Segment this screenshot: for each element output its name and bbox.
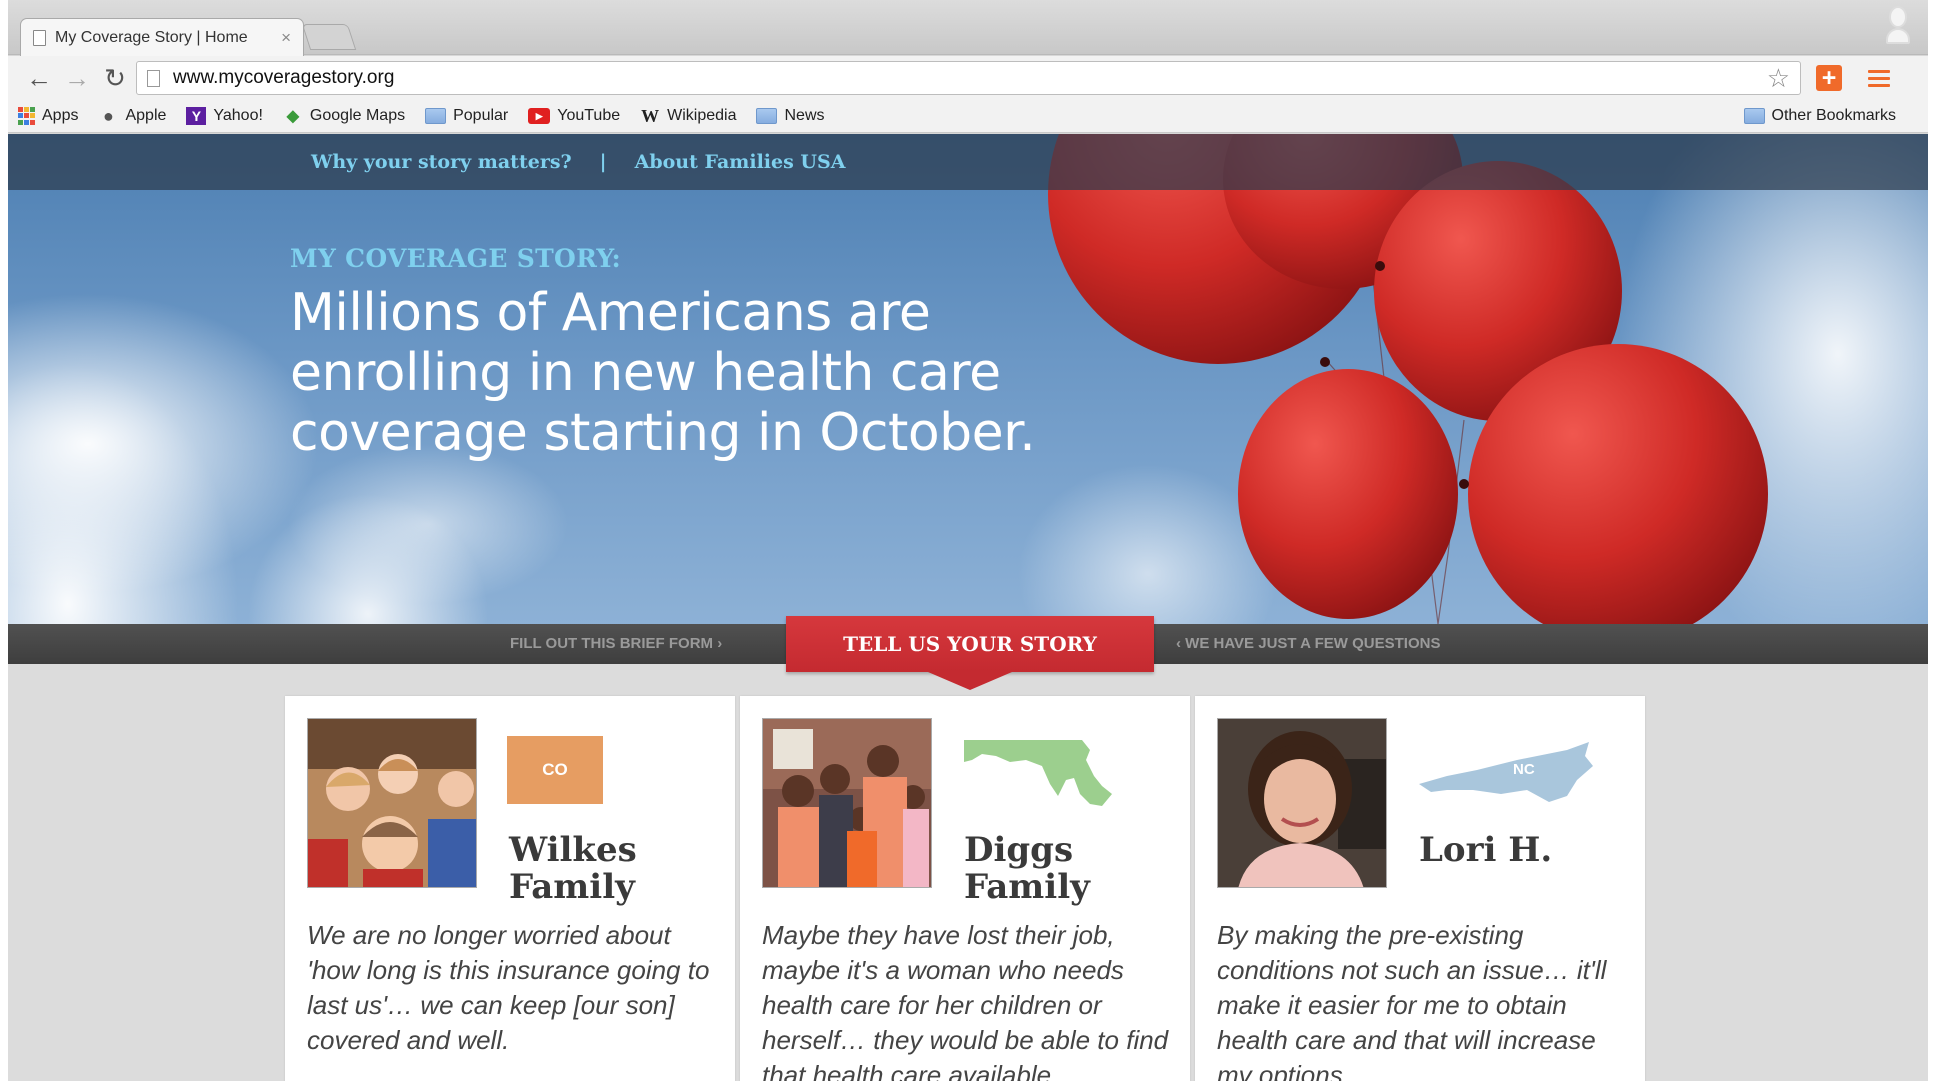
bookmark-news[interactable]: News xyxy=(756,107,825,125)
story-card[interactable]: CO Wilkes Family We are no longer worrie… xyxy=(285,696,735,1081)
reload-icon[interactable]: ↻ xyxy=(96,56,134,100)
bookmark-google-maps[interactable]: ◆ Google Maps xyxy=(283,107,405,125)
back-arrow-icon[interactable]: ← xyxy=(20,56,58,100)
north-carolina-map-icon: NC xyxy=(1419,742,1593,802)
bookmark-other[interactable]: Other Bookmarks xyxy=(1743,107,1896,125)
bookmark-label: Google Maps xyxy=(309,107,406,124)
nav-separator: | xyxy=(599,151,607,173)
bookmark-label: News xyxy=(784,107,825,124)
wikipedia-icon: W xyxy=(641,105,660,126)
story-name: Lori H. xyxy=(1419,830,1553,870)
folder-icon xyxy=(756,108,778,124)
cta-notch xyxy=(928,672,1012,690)
cta-left-text: FILL OUT THIS BRIEF FORM › xyxy=(510,635,723,652)
hero-headline: Millions of Americans are enrolling in n… xyxy=(290,283,1036,463)
bookmark-wikipedia[interactable]: W Wikipedia xyxy=(640,105,737,126)
hero-text: MY COVERAGE STORY: Millions of Americans… xyxy=(290,244,1110,463)
bookmarks-bar: Apps ● Apple Y Yahoo! ◆ Google Maps Popu… xyxy=(8,100,1928,133)
browser-tab[interactable]: My Coverage Story | Home × xyxy=(20,18,304,56)
nav-link-why-story[interactable]: Why your story matters? xyxy=(311,151,572,173)
bookmark-label: Other Bookmarks xyxy=(1771,107,1896,124)
tell-us-your-story-button[interactable]: TELL US YOUR STORY xyxy=(786,616,1154,672)
person-photo xyxy=(1217,718,1387,888)
family-photo xyxy=(307,718,477,888)
address-bar[interactable]: www.mycoverage­story.org ☆ xyxy=(136,61,1801,95)
family-photo xyxy=(762,718,932,888)
bookmark-label: Yahoo! xyxy=(213,107,263,124)
bookmark-apps[interactable]: Apps xyxy=(18,107,78,125)
star-icon[interactable]: ☆ xyxy=(1767,63,1790,94)
story-quote: By making the pre-existing conditions no… xyxy=(1217,920,1607,1081)
story-name: Wilkes Family xyxy=(509,830,637,907)
bookmark-label: YouTube xyxy=(557,107,621,124)
bookmark-apple[interactable]: ● Apple xyxy=(98,105,167,126)
plus-extension-icon[interactable]: + xyxy=(1816,65,1842,91)
folder-icon xyxy=(1743,108,1765,124)
state-label: MD xyxy=(996,765,1019,782)
story-card[interactable]: MD Diggs Family Maybe they have lost the… xyxy=(740,696,1190,1081)
cta-right-text: ‹ WE HAVE JUST A FEW QUESTIONS xyxy=(1176,635,1441,652)
youtube-icon: ▶ xyxy=(528,108,551,124)
maryland-map-icon: MD xyxy=(964,740,1112,806)
profile-icon[interactable] xyxy=(1886,6,1910,46)
hero-banner: Why your story matters? | About Families… xyxy=(8,134,1928,624)
site-nav: Why your story matters? | About Families… xyxy=(8,134,1928,190)
state-label: CO xyxy=(507,736,603,804)
story-quote: We are no longer worried about 'how long… xyxy=(307,920,710,1055)
hero-eyebrow: MY COVERAGE STORY: xyxy=(290,244,622,273)
bookmark-label: Popular xyxy=(453,107,509,124)
forward-arrow-icon[interactable]: → xyxy=(58,56,96,100)
state-badge-co: CO xyxy=(507,736,603,804)
state-map-nc: NC xyxy=(1417,736,1597,821)
map-pin-icon: ◆ xyxy=(286,108,300,125)
close-icon[interactable]: × xyxy=(281,28,291,48)
new-tab-button[interactable] xyxy=(301,24,357,50)
tab-title: My Coverage Story | Home xyxy=(55,28,248,46)
bookmark-youtube[interactable]: ▶ YouTube xyxy=(528,107,620,125)
story-card[interactable]: NC Lori H. By making the pre-existing co… xyxy=(1195,696,1645,1081)
state-map-md: MD xyxy=(962,736,1112,821)
page-icon xyxy=(147,69,160,87)
nav-link-about[interactable]: About Families USA xyxy=(635,151,846,173)
apple-icon: ● xyxy=(103,105,114,126)
bookmark-label: Wikipedia xyxy=(667,107,737,124)
tab-strip: My Coverage Story | Home × xyxy=(8,0,1928,56)
story-cards: CO Wilkes Family We are no longer worrie… xyxy=(8,664,1928,1081)
browser-toolbar: ← → ↻ www.mycoverage­story.org ☆ + xyxy=(8,56,1928,100)
story-quote: Maybe they have lost their job, maybe it… xyxy=(762,920,1169,1081)
bookmark-label: Apple xyxy=(125,107,167,124)
browser-window: My Coverage Story | Home × ← → ↻ www.myc… xyxy=(8,0,1928,1081)
apps-grid-icon xyxy=(18,107,35,125)
menu-icon[interactable] xyxy=(1868,70,1890,91)
state-label: NC xyxy=(1513,761,1535,778)
bookmark-popular[interactable]: Popular xyxy=(425,107,508,125)
folder-icon xyxy=(425,108,447,124)
url-text: www.mycoverage­story.org xyxy=(173,67,395,88)
story-name: Diggs Family xyxy=(964,830,1090,907)
yahoo-icon: Y xyxy=(186,107,207,125)
bookmark-label: Apps xyxy=(42,107,79,124)
page-icon xyxy=(33,29,46,46)
bookmark-yahoo[interactable]: Y Yahoo! xyxy=(186,107,263,125)
